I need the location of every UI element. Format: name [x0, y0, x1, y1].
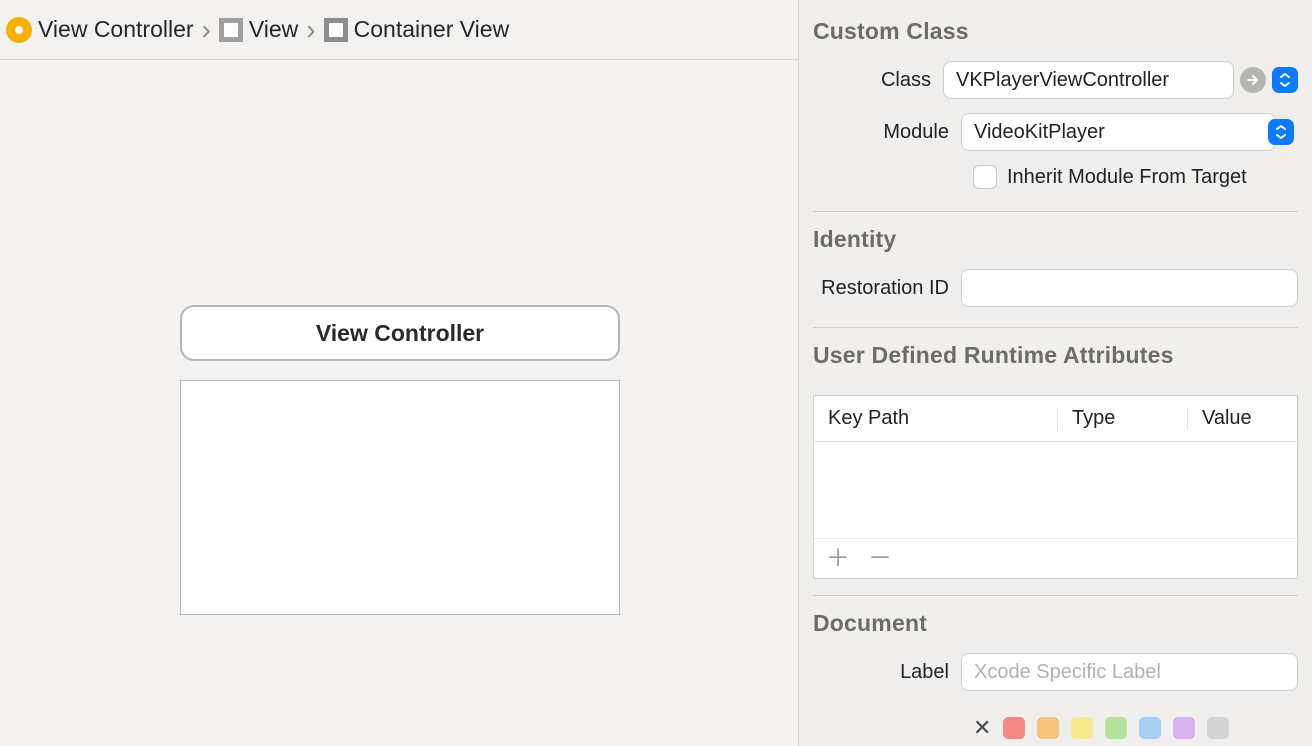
class-label: Class	[813, 69, 943, 92]
chevron-right-icon: ›	[304, 14, 317, 46]
section-custom-class: Custom Class	[813, 18, 1298, 45]
scene-view[interactable]	[180, 380, 620, 615]
goto-class-button[interactable]	[1240, 67, 1266, 93]
column-key-path[interactable]: Key Path	[814, 407, 1057, 430]
color-swatch-purple[interactable]	[1173, 717, 1195, 739]
column-value[interactable]: Value	[1187, 407, 1297, 430]
color-swatch-red[interactable]	[1003, 717, 1025, 739]
color-swatch-orange[interactable]	[1037, 717, 1059, 739]
section-identity: Identity	[813, 226, 1298, 253]
inherit-module-label: Inherit Module From Target	[1007, 166, 1247, 189]
module-input[interactable]	[961, 113, 1276, 151]
color-swatch-gray[interactable]	[1207, 717, 1229, 739]
section-divider	[813, 595, 1298, 596]
document-label-input[interactable]	[961, 653, 1298, 691]
runtime-attrs-body[interactable]	[814, 442, 1297, 538]
view-icon	[219, 18, 243, 42]
breadcrumb-item[interactable]: View	[249, 16, 298, 43]
document-label-label: Label	[813, 661, 961, 684]
column-type[interactable]: Type	[1057, 407, 1187, 430]
color-swatch-yellow[interactable]	[1071, 717, 1093, 739]
container-view-icon	[324, 18, 348, 42]
arrowhead-icon	[0, 450, 1, 512]
color-swatch-blue[interactable]	[1139, 717, 1161, 739]
module-dropdown-button[interactable]	[1268, 119, 1294, 145]
clear-color-button[interactable]: ✕	[973, 715, 991, 741]
scene-view-controller[interactable]: View Controller	[180, 305, 620, 615]
identity-inspector: Custom Class Class Module	[798, 0, 1312, 746]
breadcrumb-item[interactable]: View Controller	[38, 16, 194, 43]
runtime-attrs-table: Key Path Type Value ＋ －	[813, 395, 1298, 579]
class-dropdown-button[interactable]	[1272, 67, 1298, 93]
section-divider	[813, 211, 1298, 212]
restoration-id-input[interactable]	[961, 269, 1298, 307]
entry-point-arrow[interactable]	[0, 450, 1, 512]
color-swatch-green[interactable]	[1105, 717, 1127, 739]
inherit-module-checkbox[interactable]	[973, 165, 997, 189]
breadcrumb: View Controller › View › Container View	[0, 0, 798, 60]
class-input[interactable]	[943, 61, 1234, 99]
scene-title-label: View Controller	[316, 320, 484, 347]
scene-title-bar[interactable]: View Controller	[180, 305, 620, 361]
section-document: Document	[813, 610, 1298, 637]
restoration-id-label: Restoration ID	[813, 277, 961, 300]
label-color-row: ✕	[973, 715, 1298, 741]
canvas-area[interactable]: View Controller › View › Container View …	[0, 0, 798, 746]
chevron-right-icon: ›	[200, 14, 213, 46]
section-divider	[813, 327, 1298, 328]
module-label: Module	[813, 121, 961, 144]
add-attr-button[interactable]: ＋	[826, 547, 850, 571]
remove-attr-button[interactable]: －	[868, 547, 892, 571]
view-controller-icon	[6, 17, 32, 43]
breadcrumb-item[interactable]: Container View	[354, 16, 510, 43]
section-runtime-attrs: User Defined Runtime Attributes	[813, 342, 1298, 369]
